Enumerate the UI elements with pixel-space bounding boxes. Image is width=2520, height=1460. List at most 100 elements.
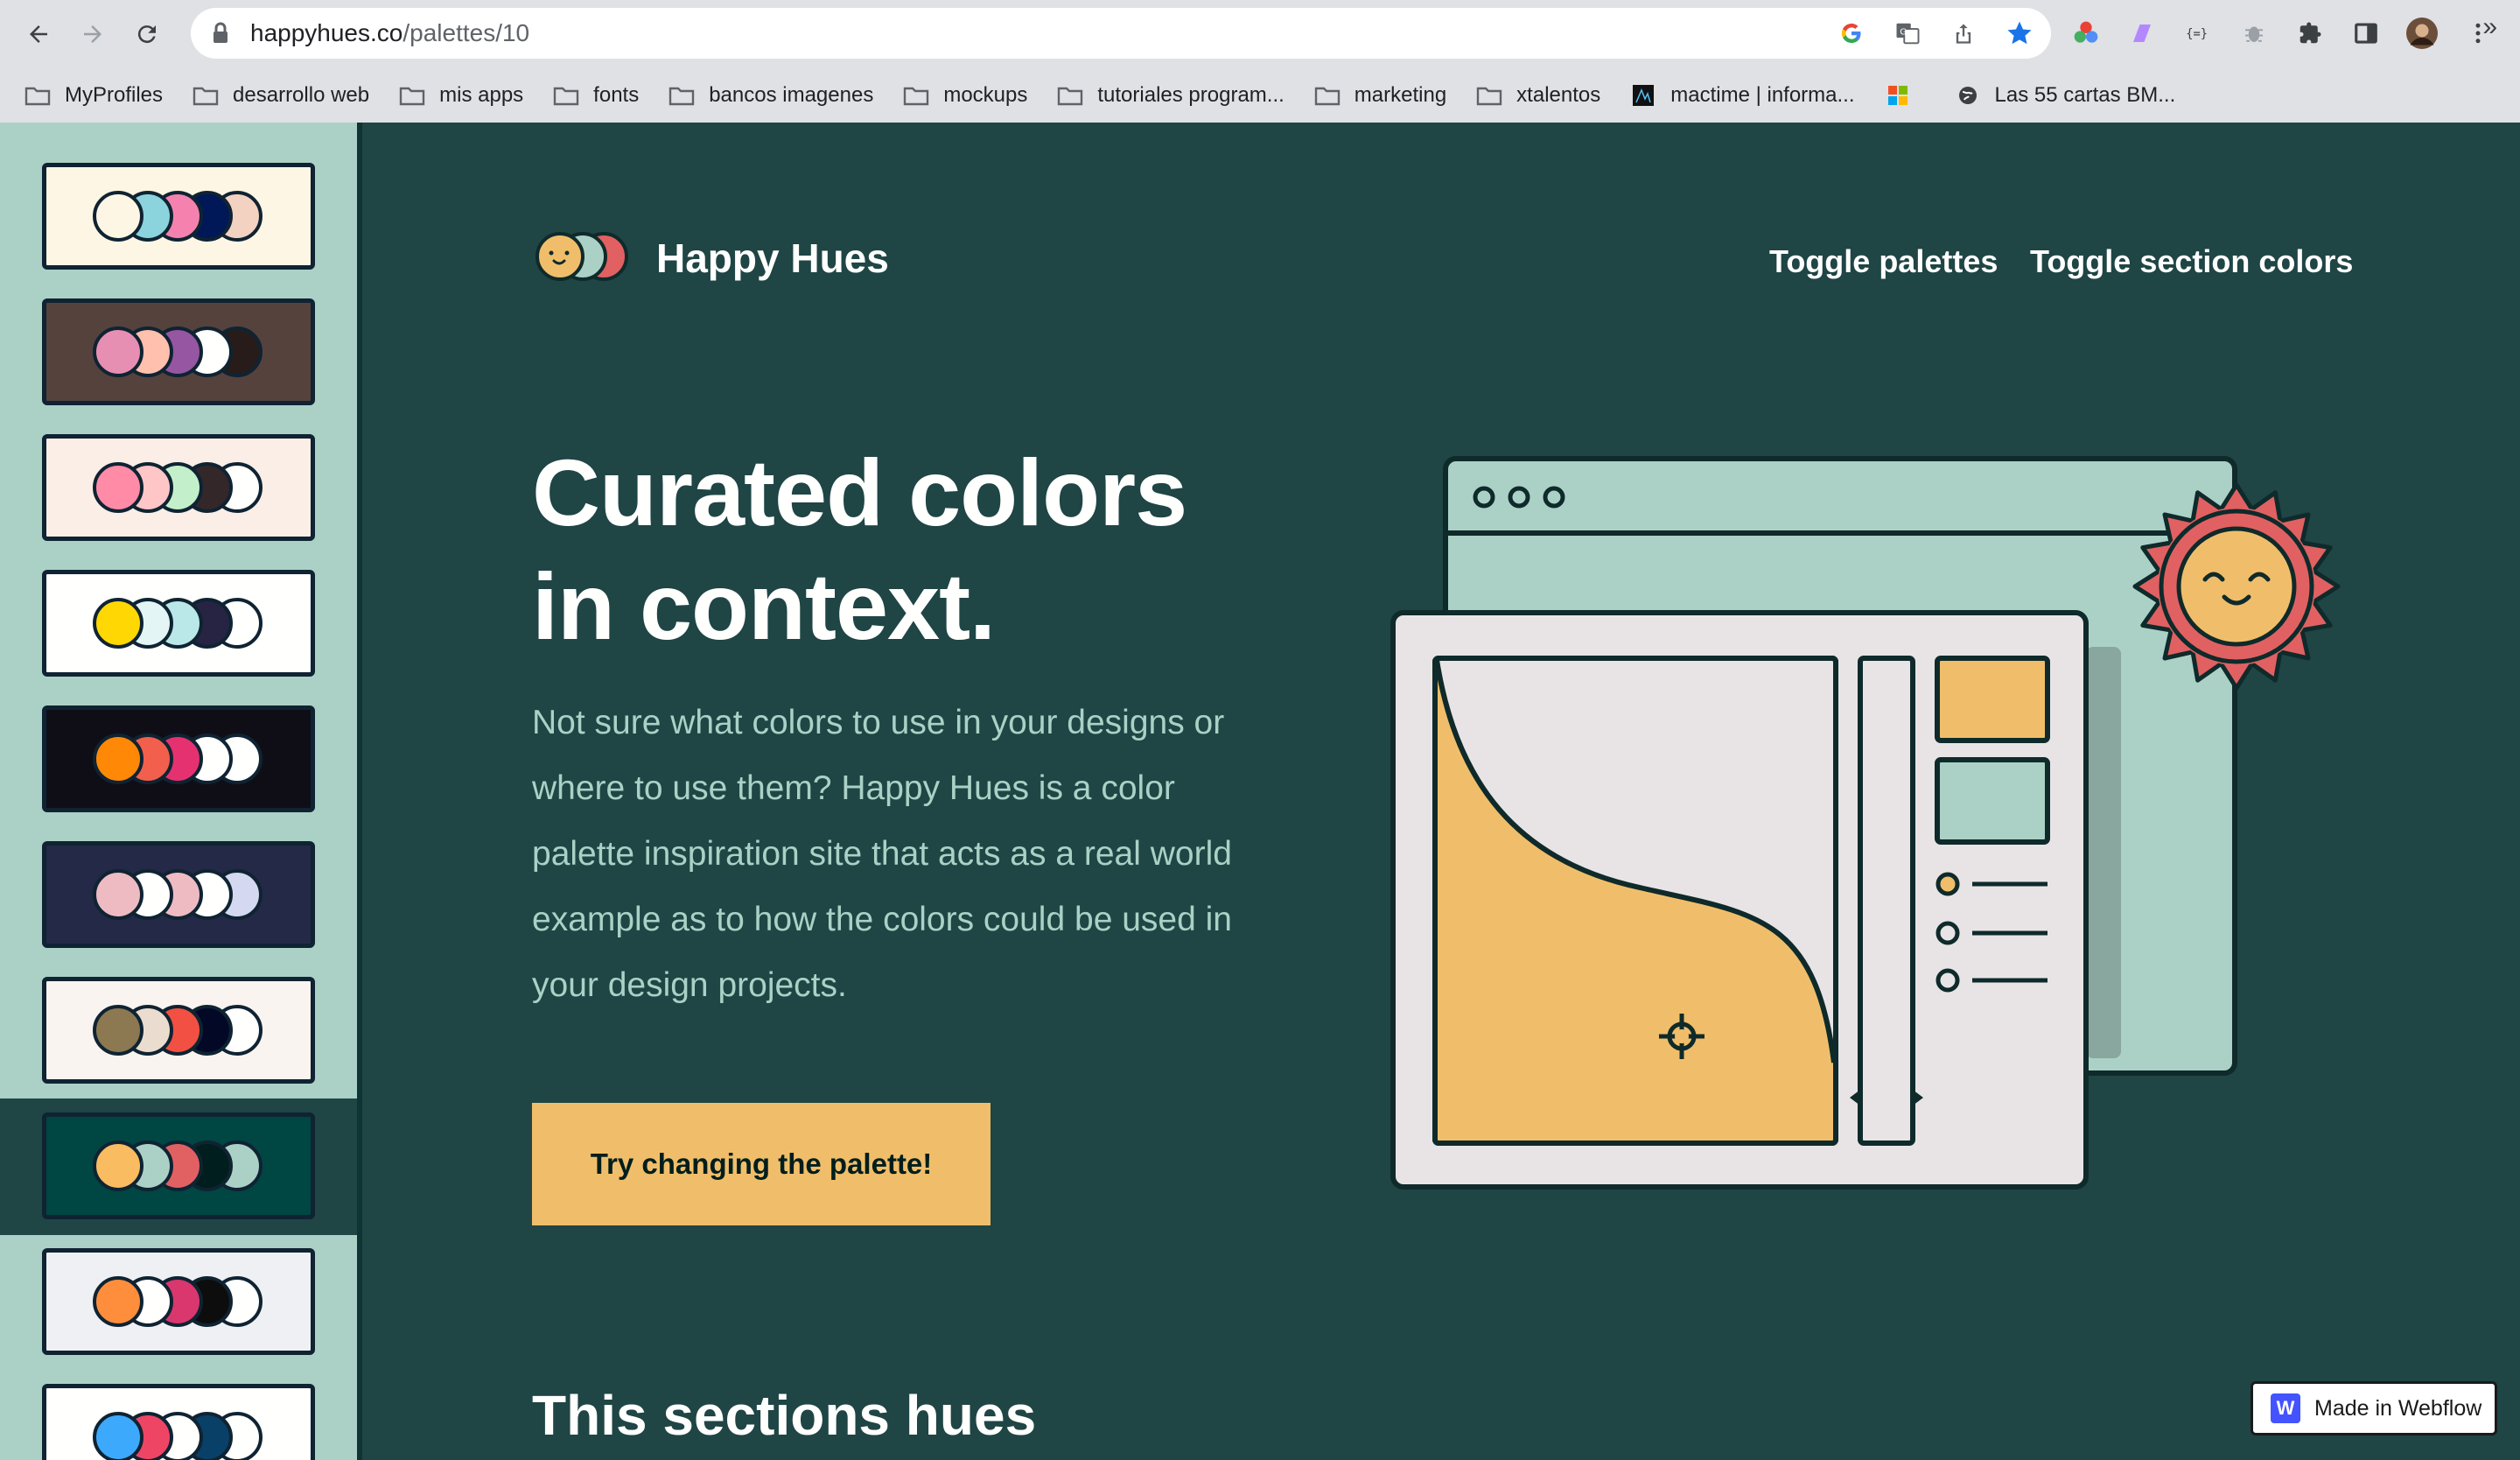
bookmark-item[interactable]: tutoriales program... — [1057, 83, 1284, 108]
mactime-icon — [1630, 85, 1670, 106]
palette-swatch-card[interactable] — [42, 163, 315, 270]
palette-swatch-card[interactable] — [42, 841, 315, 948]
palette-swatch-card[interactable] — [42, 977, 315, 1084]
bookmark-item[interactable]: marketing — [1314, 83, 1446, 108]
bookmark-item[interactable]: desarrollo web — [192, 83, 369, 108]
palette-item[interactable] — [0, 1370, 357, 1460]
palette-color-dots — [93, 326, 264, 377]
palette-color-dot — [93, 1141, 144, 1191]
palette-item[interactable] — [0, 284, 357, 421]
side-panel-icon[interactable] — [2350, 18, 2382, 49]
share-icon[interactable] — [1948, 18, 1979, 49]
bookmark-item[interactable] — [1885, 85, 1925, 106]
folder-icon — [1476, 85, 1516, 106]
bookmark-item[interactable]: mockups — [903, 83, 1027, 108]
bookmark-item[interactable]: xtalentos — [1476, 83, 1600, 108]
bookmark-label: marketing — [1354, 83, 1447, 107]
palette-color-dots — [93, 191, 264, 242]
palette-color-dots — [93, 1412, 264, 1460]
palette-item[interactable] — [0, 963, 357, 1099]
folder-icon — [192, 85, 233, 106]
palette-swatch-card[interactable] — [42, 570, 315, 677]
folder-icon — [553, 85, 593, 106]
hero-description: Not sure what colors to use in your desi… — [532, 704, 1232, 1004]
webflow-logo-icon: W — [2271, 1393, 2300, 1423]
reload-button[interactable] — [126, 13, 168, 55]
palette-item[interactable] — [0, 1234, 357, 1371]
palette-color-dots — [93, 734, 264, 784]
palette-swatch-card[interactable] — [42, 705, 315, 812]
folder-icon — [903, 85, 943, 106]
bookmark-item[interactable]: bancos imagenes — [668, 83, 873, 108]
globe-icon — [1955, 85, 1995, 106]
forward-button[interactable] — [72, 13, 114, 55]
bookmark-item[interactable]: Las 55 cartas BM... — [1955, 83, 2175, 108]
front-window — [1390, 610, 2089, 1190]
brand-name[interactable]: Happy Hues — [656, 235, 889, 282]
address-bar[interactable]: happyhues.co/palettes/10 G — [191, 8, 2051, 59]
bookmark-item[interactable]: fonts — [553, 83, 639, 108]
url-path: /palettes/10 — [402, 19, 530, 46]
made-in-webflow-badge[interactable]: W Made in Webflow — [2250, 1381, 2497, 1435]
palette-swatch-card[interactable] — [42, 1248, 315, 1355]
palette-swatch-card[interactable] — [42, 1113, 315, 1219]
palette-sidebar — [0, 123, 362, 1460]
bookmark-item[interactable]: MyProfiles — [24, 83, 163, 108]
webflow-badge-label: Made in Webflow — [2314, 1395, 2482, 1421]
happy-hues-logo-icon[interactable] — [532, 229, 628, 284]
folder-icon — [399, 85, 439, 106]
palette-color-dot — [93, 734, 144, 784]
bookmark-item[interactable]: mactime | informa... — [1630, 83, 1855, 108]
bookmark-label: desarrollo web — [233, 83, 370, 107]
palette-swatch-card[interactable] — [42, 298, 315, 405]
palette-item[interactable] — [0, 420, 357, 557]
palette-item[interactable] — [0, 149, 357, 285]
gradient-extension-icon[interactable] — [2126, 18, 2158, 49]
folder-icon — [1314, 85, 1354, 106]
url-text[interactable]: happyhues.co/palettes/10 — [250, 19, 529, 47]
bookmarks-bar: MyProfiles desarrollo web mis apps fonts ban… — [0, 68, 2520, 123]
bookmark-item[interactable]: mis apps — [399, 83, 523, 108]
url-host: happyhues.co — [250, 19, 403, 46]
color-picker-extension-icon[interactable] — [2070, 18, 2102, 49]
omnibox-actions: G — [1836, 8, 2035, 59]
arrow-left-icon — [30, 25, 47, 43]
palette-item[interactable] — [0, 556, 357, 692]
svg-text:{=}: {=} — [2186, 27, 2208, 41]
try-changing-palette-button[interactable]: Try changing the palette! — [532, 1103, 990, 1225]
bookmark-label: bancos imagenes — [709, 83, 874, 107]
translate-icon[interactable]: G — [1892, 18, 1923, 49]
hero-title-line-1: Curated colors — [532, 439, 1187, 545]
palette-item[interactable] — [0, 1099, 357, 1235]
browser-window-illustration — [1390, 456, 2341, 1190]
extensions-bar: {=} — [2070, 12, 2494, 54]
json-extension-icon[interactable]: {=} — [2182, 18, 2214, 49]
palette-color-dots — [93, 869, 264, 920]
browser-chrome: happyhues.co/palettes/10 G {=} MyProfile… — [0, 0, 2520, 123]
bookmark-star-icon[interactable] — [2004, 18, 2035, 49]
smiling-sun-icon — [2132, 482, 2341, 691]
bookmark-label: MyProfiles — [65, 83, 164, 107]
palette-color-dot — [93, 869, 144, 920]
lock-icon — [214, 22, 228, 43]
svg-text:G: G — [1900, 27, 1907, 37]
palette-color-dots — [93, 462, 264, 513]
profile-avatar[interactable] — [2406, 18, 2438, 49]
palette-color-dots — [93, 1276, 264, 1327]
palette-color-dot — [93, 1005, 144, 1056]
toggle-palettes-link[interactable]: Toggle palettes — [1769, 243, 1998, 280]
reload-icon — [137, 25, 156, 44]
palette-swatch-card[interactable] — [42, 434, 315, 541]
palette-color-dot — [93, 191, 144, 242]
palette-color-dots — [93, 1141, 264, 1191]
toggle-section-colors-link[interactable]: Toggle section colors — [2030, 243, 2353, 280]
google-icon[interactable] — [1836, 18, 1867, 49]
palette-item[interactable] — [0, 827, 357, 964]
bug-extension-icon[interactable] — [2238, 18, 2270, 49]
puzzle-extensions-icon[interactable] — [2294, 18, 2326, 49]
bookmarks-overflow-button[interactable]: » — [2482, 12, 2497, 42]
bookmark-label: xtalentos — [1516, 83, 1601, 107]
back-button[interactable] — [18, 13, 60, 55]
palette-swatch-card[interactable] — [42, 1384, 315, 1460]
palette-item[interactable] — [0, 691, 357, 828]
